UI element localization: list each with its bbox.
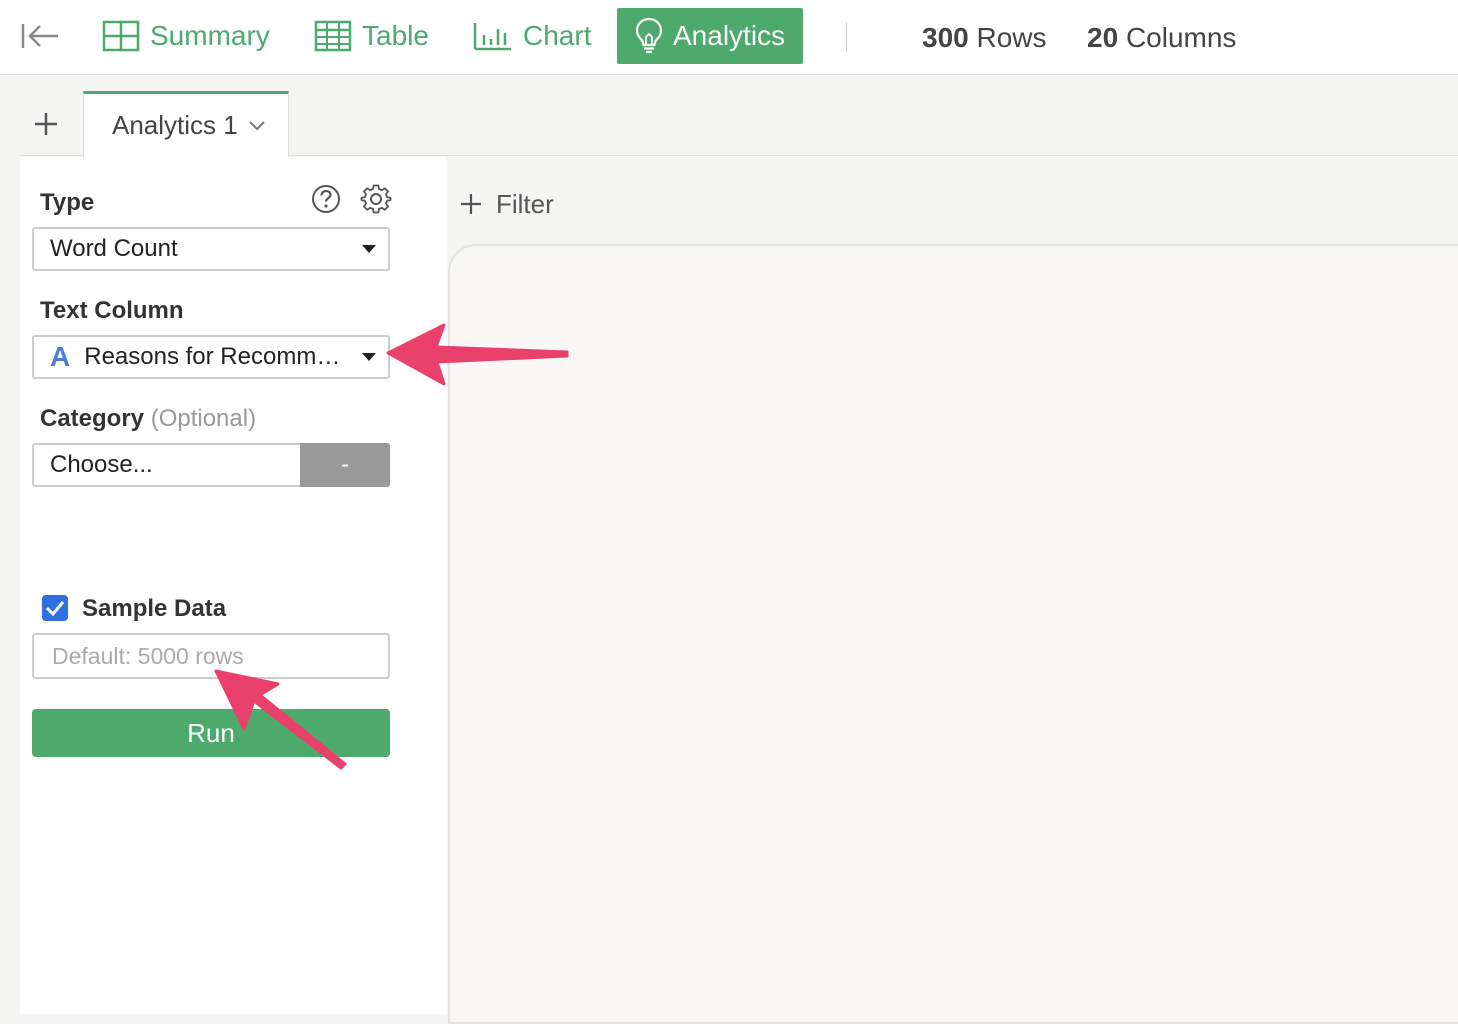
tab-label: Analytics 1 [112,110,238,140]
toolbar-divider [846,22,847,52]
rows-count-value: 300 [922,22,969,53]
nav-chart[interactable]: Chart [461,8,603,64]
nav-analytics[interactable]: Analytics [617,8,803,64]
type-select-value: Word Count [50,235,178,262]
sample-data-checkbox[interactable] [42,595,68,621]
gear-icon[interactable] [360,183,392,215]
columns-count-value: 20 [1087,22,1119,53]
top-toolbar: Summary Table Chart Analytics 300 Rows 2… [0,0,1458,75]
plus-icon [35,113,57,135]
filter-button[interactable]: Filter [460,184,554,224]
sample-data-label: Sample Data [82,595,227,622]
tab-analytics-1[interactable]: Analytics 1 [83,91,289,157]
bar-chart-icon [473,23,511,51]
nav-summary-label: Summary [150,20,270,51]
filter-label: Filter [496,188,554,219]
nav-summary[interactable]: Summary [90,8,282,64]
caret-down-icon [362,353,376,361]
help-icon[interactable] [310,183,342,215]
rows-count-label: Rows [976,22,1047,53]
text-column-type-icon: A [50,341,71,372]
rows-count: 300 Rows [922,22,1047,54]
type-label: Type [40,189,95,216]
columns-count-label: Columns [1125,22,1237,53]
plus-icon [461,194,481,214]
category-label: Category (Optional) [40,405,256,433]
category-optional-text: (Optional) [150,405,257,432]
text-column-label: Text Column [40,297,184,324]
checkmark-icon [45,601,65,616]
table-icon [314,20,352,52]
category-select[interactable]: Choose... [32,443,302,487]
nav-analytics-label: Analytics [673,20,786,51]
run-button[interactable]: Run [32,709,390,757]
nav-table-label: Table [362,20,429,51]
nav-table[interactable]: Table [302,8,441,64]
nav-chart-label: Chart [523,20,592,51]
category-remove-button[interactable]: - [300,443,390,487]
main-area: Analytics 1 Type Word Count Text Column … [20,76,1458,1024]
columns-count: 20 Columns [1087,22,1236,54]
analytics-result-area [448,244,1458,1024]
text-column-select-value: Reasons for Recommending [84,343,350,370]
analytics-tab-bar: Analytics 1 [20,76,1458,157]
caret-down-icon [362,245,376,253]
collapse-sidebar-icon[interactable] [18,18,62,54]
lightbulb-icon [635,17,663,54]
text-column-select[interactable]: A Reasons for Recommending [32,335,390,379]
grid-icon [102,20,140,52]
analytics-settings-panel: Type Word Count Text Column A Reasons fo… [20,157,447,1014]
chevron-down-icon[interactable] [248,120,266,132]
type-select[interactable]: Word Count [32,227,390,271]
sample-rows-input[interactable] [32,633,390,679]
category-label-text: Category [40,405,145,432]
add-tab-button[interactable] [26,104,66,144]
category-select-value: Choose... [50,451,153,478]
